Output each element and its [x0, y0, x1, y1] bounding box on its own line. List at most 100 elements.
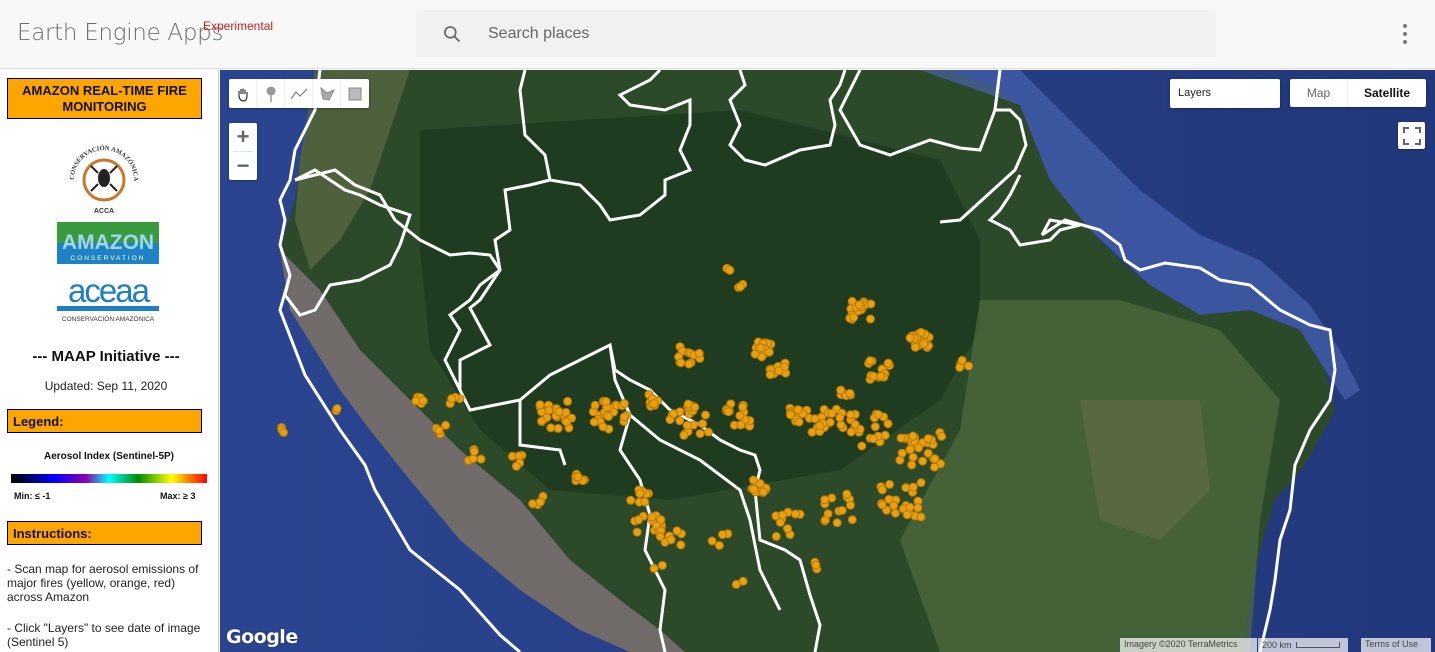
zoom-control: + −: [229, 123, 257, 180]
fire-dot: [905, 502, 915, 512]
map-canvas[interactable]: + − Layers Map Satellite Google Imagery …: [220, 70, 1435, 652]
fire-dot: [764, 347, 774, 357]
fire-dot: [896, 433, 906, 443]
fire-dot: [807, 427, 817, 437]
fire-dot: [964, 361, 974, 371]
legend-colorbar: [11, 474, 207, 483]
fire-dot: [905, 333, 915, 343]
fire-dot: [930, 454, 940, 464]
fire-dot: [908, 431, 918, 441]
fire-dot: [857, 441, 867, 451]
fire-dot: [669, 409, 678, 419]
layers-button[interactable]: Layers: [1170, 79, 1280, 108]
fire-dot: [731, 579, 741, 589]
fire-dot: [908, 452, 918, 462]
fire-dot: [694, 348, 704, 358]
fire-dot: [771, 531, 781, 541]
polygon-icon[interactable]: [313, 79, 341, 108]
fire-dot: [902, 510, 912, 520]
fire-dot: [794, 417, 804, 427]
fire-dot: [897, 448, 907, 458]
fire-dot: [626, 495, 636, 505]
fire-dot: [918, 456, 928, 466]
fire-dot: [562, 417, 572, 427]
fire-dot: [880, 430, 890, 440]
fire-dot: [866, 314, 875, 324]
panel-title: AMAZON REAL-TIME FIRE MONITORING: [7, 78, 202, 119]
fire-dot: [332, 404, 342, 413]
fire-dot: [735, 282, 745, 292]
zoom-in-button[interactable]: +: [229, 123, 257, 151]
map-type-satellite[interactable]: Satellite: [1348, 79, 1426, 107]
fire-dot: [835, 413, 845, 423]
fire-dot: [850, 419, 860, 429]
fire-dot: [690, 402, 700, 412]
map-type-toggle: Map Satellite: [1290, 79, 1426, 107]
legend-header: Legend:: [7, 409, 202, 433]
legend-min: Min: ≤ -1: [14, 491, 51, 501]
fire-dot: [649, 399, 659, 409]
fire-dot: [854, 300, 864, 310]
search-box[interactable]: [416, 10, 1216, 57]
fire-dot: [666, 535, 676, 545]
amazon-conservation-logo: AMAZON CONSERVATION: [57, 222, 159, 264]
fire-dot: [537, 416, 547, 426]
fire-dot: [885, 479, 895, 489]
fire-dot: [908, 482, 918, 492]
fire-dot: [883, 358, 893, 368]
fire-dot: [698, 419, 708, 429]
amazon-logo-sub: CONSERVATION: [71, 255, 146, 262]
fire-dot: [930, 462, 939, 472]
google-logo: Google: [226, 626, 298, 648]
search-input[interactable]: [488, 10, 1188, 57]
fire-dot: [759, 487, 768, 497]
rectangle-icon[interactable]: [341, 79, 369, 108]
fire-dot: [679, 430, 689, 440]
fire-dot: [837, 506, 847, 515]
fire-dot: [923, 434, 933, 444]
fire-dot: [703, 427, 713, 437]
point-marker-icon[interactable]: [257, 79, 285, 108]
more-vert-icon[interactable]: [1395, 22, 1415, 46]
drawing-toolbar: [229, 79, 369, 108]
terms-of-use-link[interactable]: Terms of Use: [1361, 638, 1431, 652]
experimental-badge: Experimental: [203, 19, 274, 33]
fire-dot: [783, 524, 792, 534]
fire-dot: [554, 407, 564, 417]
fire-dot: [535, 497, 545, 507]
map-type-map[interactable]: Map: [1290, 79, 1348, 107]
scale-bar: [1295, 642, 1340, 648]
fire-dot: [890, 508, 900, 518]
line-icon[interactable]: [285, 79, 313, 108]
fire-dot: [657, 560, 667, 570]
fire-dot: [511, 461, 521, 471]
fire-dot: [877, 500, 887, 510]
fire-dot: [869, 371, 878, 381]
fire-dot: [434, 425, 444, 435]
fire-dot: [573, 472, 583, 482]
fire-dot: [815, 421, 825, 431]
fire-dot: [842, 489, 852, 499]
app-title[interactable]: Earth Engine Apps: [17, 20, 223, 46]
scale-control[interactable]: 200 km: [1258, 638, 1348, 652]
fire-dot: [823, 509, 833, 519]
search-icon[interactable]: [442, 24, 462, 44]
updated-date: Updated: Sep 11, 2020: [44, 379, 168, 393]
pan-hand-icon[interactable]: [229, 79, 257, 108]
fire-dot: [883, 419, 893, 429]
aceaa-logo: aceaa CONSERVACIÓN AMAZÓNICA: [57, 272, 159, 323]
fire-dot: [418, 396, 428, 406]
side-panel: AMAZON REAL-TIME FIRE MONITORING CONSERV…: [0, 70, 219, 652]
fire-dot: [684, 359, 694, 369]
fire-dot: [682, 421, 692, 430]
fire-dot: [738, 402, 748, 412]
fire-dot: [865, 356, 875, 366]
fire-dot: [736, 420, 746, 430]
fire-dot: [279, 427, 289, 437]
zoom-out-button[interactable]: −: [229, 152, 257, 180]
fullscreen-icon[interactable]: [1398, 122, 1425, 149]
fire-dot: [695, 429, 705, 439]
fire-dot: [634, 515, 643, 525]
imagery-attribution: Imagery ©2020 TerraMetrics: [1120, 638, 1257, 652]
fire-dot: [635, 489, 645, 499]
